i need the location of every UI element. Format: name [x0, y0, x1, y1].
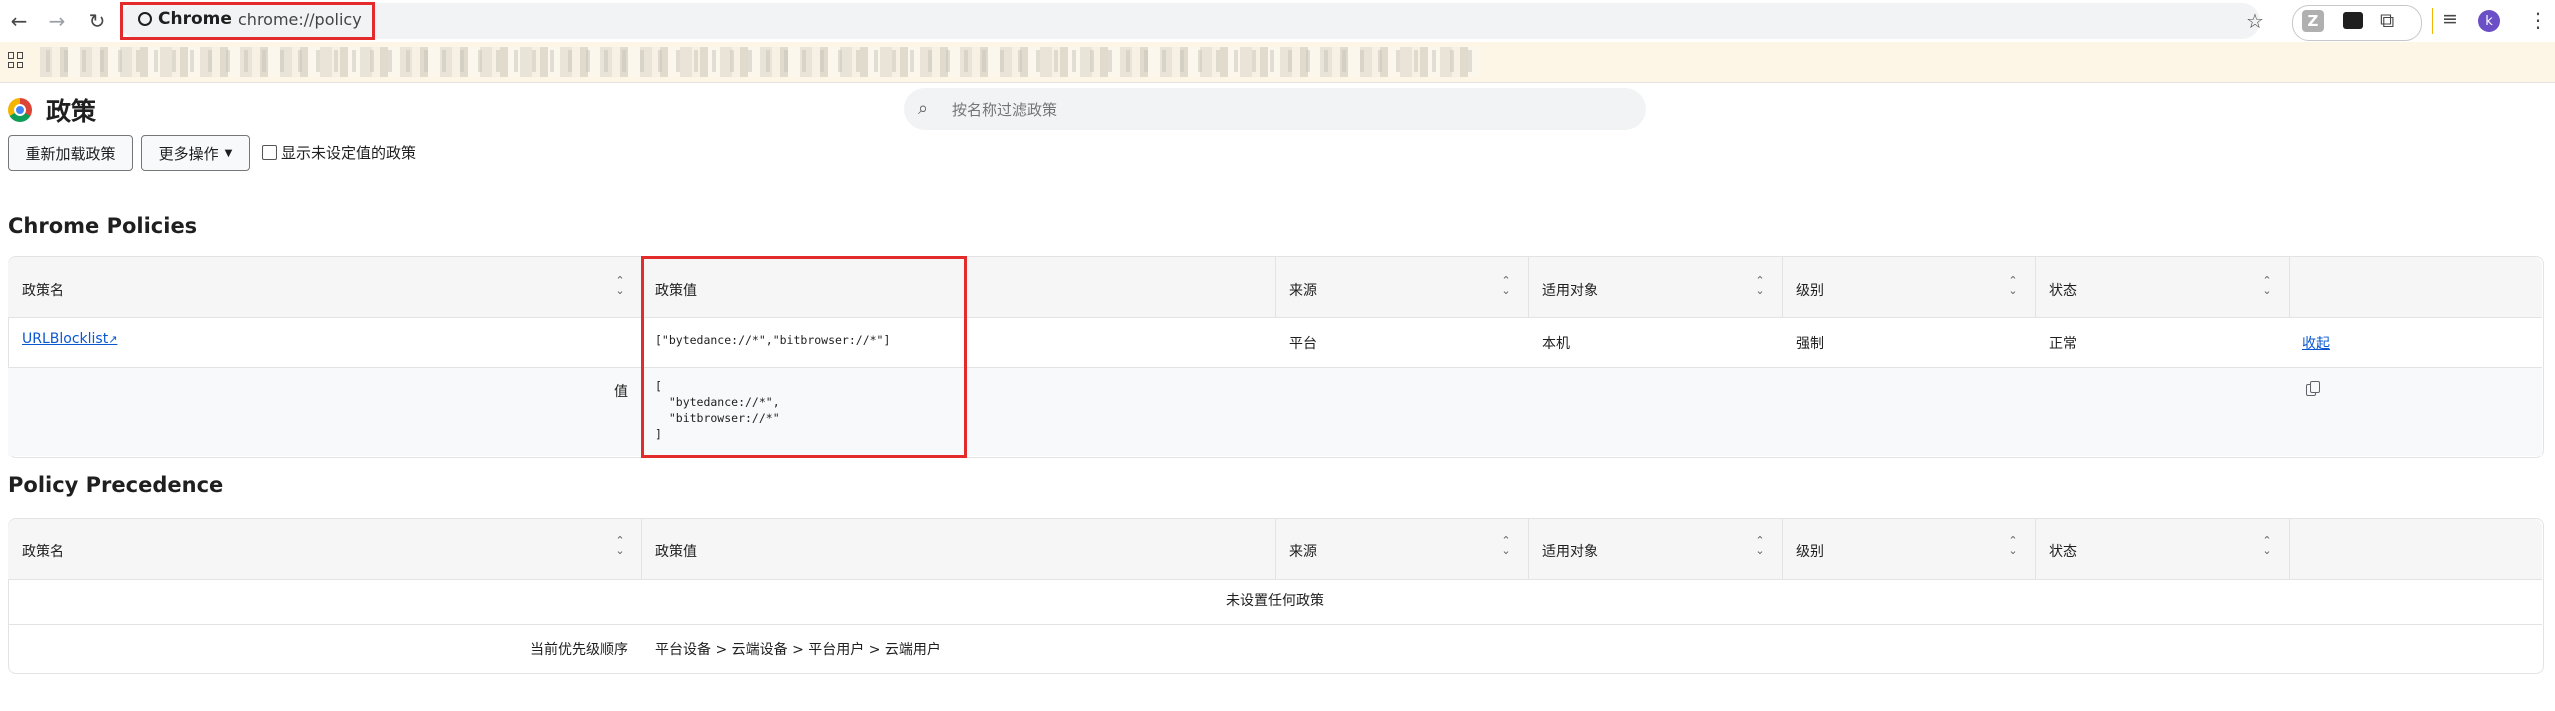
extension-card-icon[interactable]	[2343, 12, 2363, 29]
show-unset-label: 显示未设定值的政策	[281, 144, 417, 162]
col-header-status[interactable]: 状态	[2049, 541, 2077, 561]
extensions-puzzle-icon[interactable]: ⧉	[2380, 8, 2394, 32]
extension-z-icon[interactable]: Z	[2302, 10, 2324, 32]
blurred-bookmarks-overlay	[40, 50, 1480, 72]
sort-icon[interactable]: ⌃ ⌄	[1754, 535, 1766, 556]
col-header-level[interactable]: 级别	[1796, 541, 1824, 561]
value-highlight-box	[641, 256, 967, 458]
col-header-scope[interactable]: 适用对象	[1542, 541, 1598, 561]
column-divider	[2035, 257, 2036, 317]
column-divider	[1528, 257, 1529, 317]
address-highlight-box	[120, 2, 375, 40]
sort-icon[interactable]: ⌃ ⌄	[614, 275, 626, 296]
sort-icon[interactable]: ⌃ ⌄	[2007, 535, 2019, 556]
column-divider	[1528, 519, 1529, 579]
menu-kebab-icon[interactable]: ⋮	[2528, 8, 2548, 32]
policy-level: 强制	[1796, 336, 1824, 352]
column-divider	[1275, 257, 1276, 317]
col-header-status[interactable]: 状态	[2049, 280, 2077, 300]
column-divider	[1782, 519, 1783, 579]
precedence-order-label: 当前优先级顺序	[530, 642, 628, 658]
apps-grid-icon[interactable]	[8, 52, 24, 68]
col-header-level[interactable]: 级别	[1796, 280, 1824, 300]
col-header-name[interactable]: 政策名	[22, 541, 64, 561]
col-header-value[interactable]: 政策值	[655, 541, 697, 561]
sort-icon[interactable]: ⌃ ⌄	[1500, 275, 1512, 296]
empty-policies-message: 未设置任何政策	[1226, 593, 1324, 609]
value-detail-row	[8, 367, 2542, 456]
col-header-name[interactable]: 政策名	[22, 280, 64, 300]
policy-name-link[interactable]: URLBlocklist↗	[22, 331, 117, 347]
row-divider	[8, 624, 2542, 625]
column-divider	[2289, 519, 2290, 579]
show-unset-checkbox[interactable]	[262, 145, 277, 160]
collapse-link[interactable]: 收起	[2302, 333, 2330, 353]
more-actions-label: 更多操作	[158, 144, 219, 163]
column-divider	[641, 519, 642, 579]
address-bar[interactable]	[120, 3, 2260, 39]
value-detail-label: 值	[614, 384, 628, 400]
column-divider	[1275, 519, 1276, 579]
col-header-source[interactable]: 来源	[1289, 541, 1317, 561]
external-link-icon: ↗	[108, 333, 118, 346]
copy-icon[interactable]	[2306, 381, 2320, 396]
search-icon: ⌕	[918, 98, 929, 119]
search-input[interactable]	[950, 96, 1634, 124]
chrome-logo-icon	[8, 98, 32, 122]
reload-icon[interactable]: ↻	[82, 6, 112, 36]
column-divider	[2035, 519, 2036, 579]
page-title: 政策	[46, 97, 97, 126]
policy-precedence-title: Policy Precedence	[8, 473, 224, 497]
chrome-policies-title: Chrome Policies	[8, 214, 198, 238]
sort-icon[interactable]: ⌃ ⌄	[2261, 275, 2273, 296]
sort-icon[interactable]: ⌃ ⌄	[1754, 275, 1766, 296]
reading-list-icon[interactable]: ≡	[2442, 8, 2458, 30]
caret-down-icon: ▼	[224, 147, 233, 159]
policy-scope: 本机	[1542, 336, 1570, 352]
policy-name-label: URLBlocklist	[22, 331, 109, 347]
sort-icon[interactable]: ⌃ ⌄	[2261, 535, 2273, 556]
sort-icon[interactable]: ⌃ ⌄	[2007, 275, 2019, 296]
precedence-order-value: 平台设备 > 云端设备 > 平台用户 > 云端用户	[655, 642, 941, 658]
bookmark-star-icon[interactable]: ☆	[2246, 9, 2264, 33]
sort-icon[interactable]: ⌃ ⌄	[1500, 535, 1512, 556]
reload-policies-button[interactable]: 重新加载政策	[8, 135, 133, 171]
col-header-scope[interactable]: 适用对象	[1542, 280, 1598, 300]
policy-status: 正常	[2049, 336, 2077, 352]
sort-icon[interactable]: ⌃ ⌄	[614, 535, 626, 556]
back-icon[interactable]: ←	[4, 6, 34, 36]
toolbar-divider	[2432, 8, 2433, 34]
more-actions-button[interactable]: 更多操作 ▼	[141, 135, 250, 171]
avatar[interactable]: k	[2478, 10, 2500, 32]
policy-source: 平台	[1289, 336, 1317, 352]
forward-icon[interactable]: →	[42, 6, 72, 36]
column-divider	[2289, 257, 2290, 317]
col-header-source[interactable]: 来源	[1289, 280, 1317, 300]
column-divider	[1782, 257, 1783, 317]
